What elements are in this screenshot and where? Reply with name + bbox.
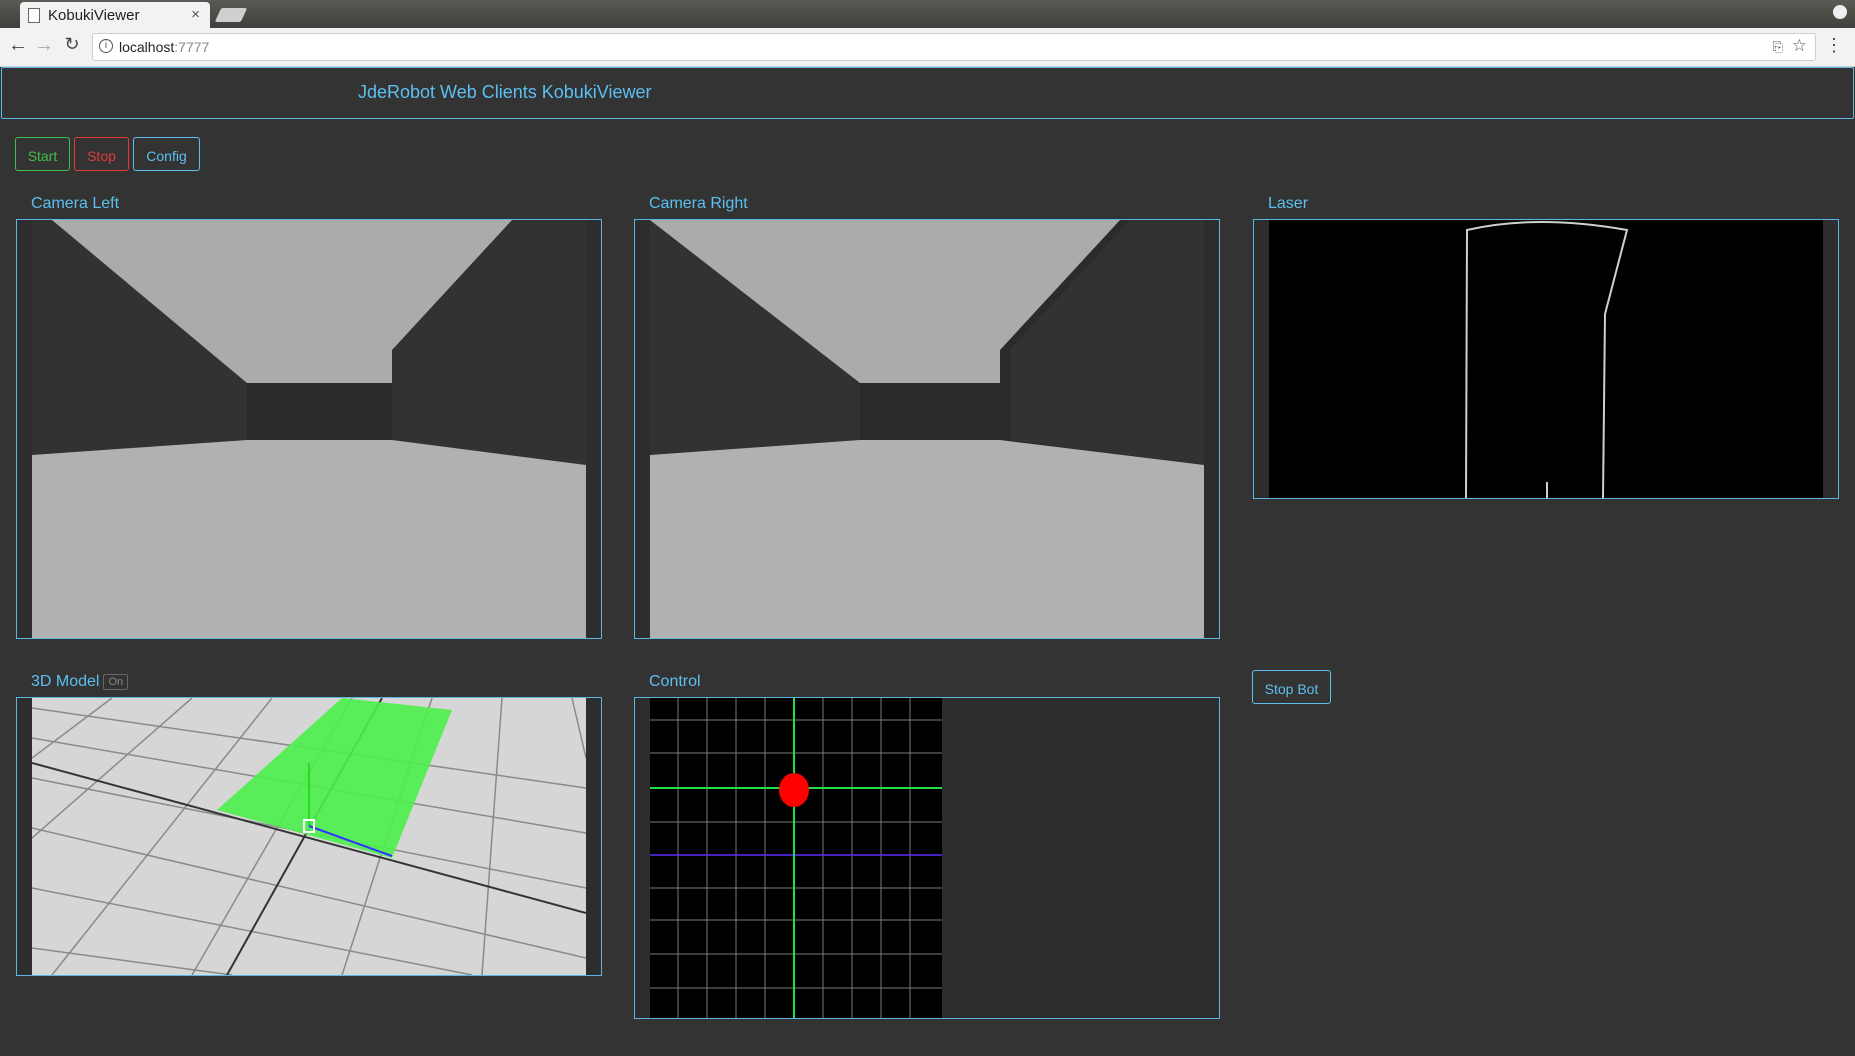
- page-title: JdeRobot Web Clients KobukiViewer: [358, 82, 652, 102]
- close-tab-icon[interactable]: ×: [191, 6, 200, 23]
- stop-button[interactable]: Stop: [74, 137, 129, 171]
- camera-left-panel: [16, 219, 602, 639]
- model-3d-label: 3D Model On: [31, 673, 129, 691]
- url-port: :7777: [174, 39, 210, 55]
- app-header: JdeRobot Web Clients KobukiViewer: [1, 67, 1854, 119]
- browser-menu-icon[interactable]: ⋮: [1825, 35, 1843, 56]
- translate-icon[interactable]: ⎘: [1773, 39, 1783, 55]
- camera-left-view: [32, 220, 586, 638]
- config-button[interactable]: Config: [133, 137, 200, 171]
- model-3d-title: 3D Model: [31, 673, 100, 690]
- camera-right-panel: [634, 219, 1220, 639]
- control-label: Control: [649, 673, 701, 690]
- reload-icon[interactable]: ↻: [60, 34, 84, 55]
- start-button[interactable]: Start: [15, 137, 70, 171]
- camera-right-label: Camera Right: [649, 195, 748, 212]
- model-3d-view: [32, 698, 586, 975]
- back-icon[interactable]: ←: [6, 34, 30, 57]
- info-icon[interactable]: i: [99, 39, 113, 53]
- laser-view: [1269, 220, 1823, 498]
- page-content: JdeRobot Web Clients KobukiViewer Start …: [0, 67, 1855, 1056]
- model-3d-toggle[interactable]: On: [103, 673, 129, 690]
- browser-tab-bar: KobukiViewer ×: [0, 0, 1855, 28]
- control-joystick[interactable]: [650, 698, 942, 1018]
- browser-toolbar: ← → ↻ i localhost:7777 ⎘ ☆ ⋮: [0, 28, 1855, 67]
- laser-label: Laser: [1268, 195, 1309, 212]
- model-3d-panel: [16, 697, 602, 976]
- address-bar[interactable]: i localhost:7777 ⎘ ☆: [92, 33, 1816, 61]
- camera-right-view: [650, 220, 1204, 638]
- new-tab-button[interactable]: [214, 8, 248, 22]
- tab-title: KobukiViewer: [48, 7, 140, 24]
- url-text: localhost:7777: [119, 39, 209, 55]
- joystick-handle[interactable]: [779, 773, 809, 807]
- forward-icon[interactable]: →: [32, 34, 56, 57]
- control-panel: [634, 697, 1220, 1019]
- page-icon: [28, 8, 40, 23]
- browser-tab[interactable]: KobukiViewer ×: [20, 2, 210, 28]
- profile-icon[interactable]: [1833, 5, 1847, 19]
- url-host: localhost: [119, 39, 175, 55]
- laser-panel: [1253, 219, 1839, 499]
- bookmark-star-icon[interactable]: ☆: [1792, 36, 1807, 56]
- camera-left-label: Camera Left: [31, 195, 120, 212]
- stop-bot-button[interactable]: Stop Bot: [1252, 670, 1331, 704]
